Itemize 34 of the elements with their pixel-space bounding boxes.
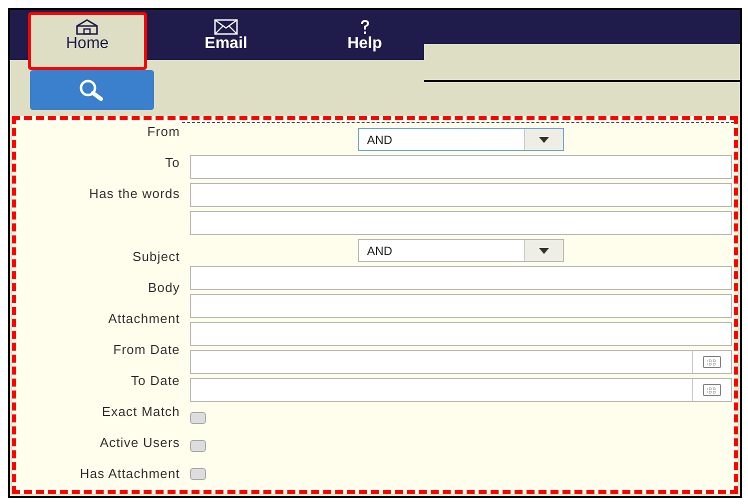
field-label: To Date [130,372,180,390]
calendar-icon [703,356,721,368]
text-field[interactable] [190,211,732,235]
text-field[interactable] [190,294,732,318]
nav-tab[interactable]: Email [166,12,286,70]
field-label: From [147,123,180,141]
checkbox[interactable] [190,468,206,480]
search-button[interactable] [30,70,154,110]
checkbox[interactable] [190,412,206,424]
house-icon [75,19,100,35]
calendar-icon [703,384,721,396]
field-label: Subject [132,248,180,266]
text-field[interactable] [190,266,732,290]
operator-dropdown[interactable]: AND [358,239,564,262]
field-label: Has the words [89,185,180,203]
field-label: Attachment [108,310,180,328]
field-label: From Date [113,341,180,359]
operator-dropdown[interactable]: AND [358,128,564,151]
nav-tab[interactable]: Help [305,12,424,70]
field-label: Exact Match [102,403,180,421]
field-label: Active Users [100,434,180,452]
caret-icon [539,136,549,142]
field-label: Has Attachment [80,465,180,483]
field-label: Body [148,279,180,297]
envelope-icon [214,19,238,35]
date-field[interactable] [190,378,732,402]
text-field[interactable] [190,155,732,179]
field-label: To [165,154,180,172]
checkbox[interactable] [190,440,206,452]
text-field[interactable] [190,322,732,346]
caret-icon [539,248,549,254]
nav-tab[interactable]: Home [28,12,147,70]
text-field[interactable] [190,183,732,207]
date-field[interactable] [190,350,732,374]
